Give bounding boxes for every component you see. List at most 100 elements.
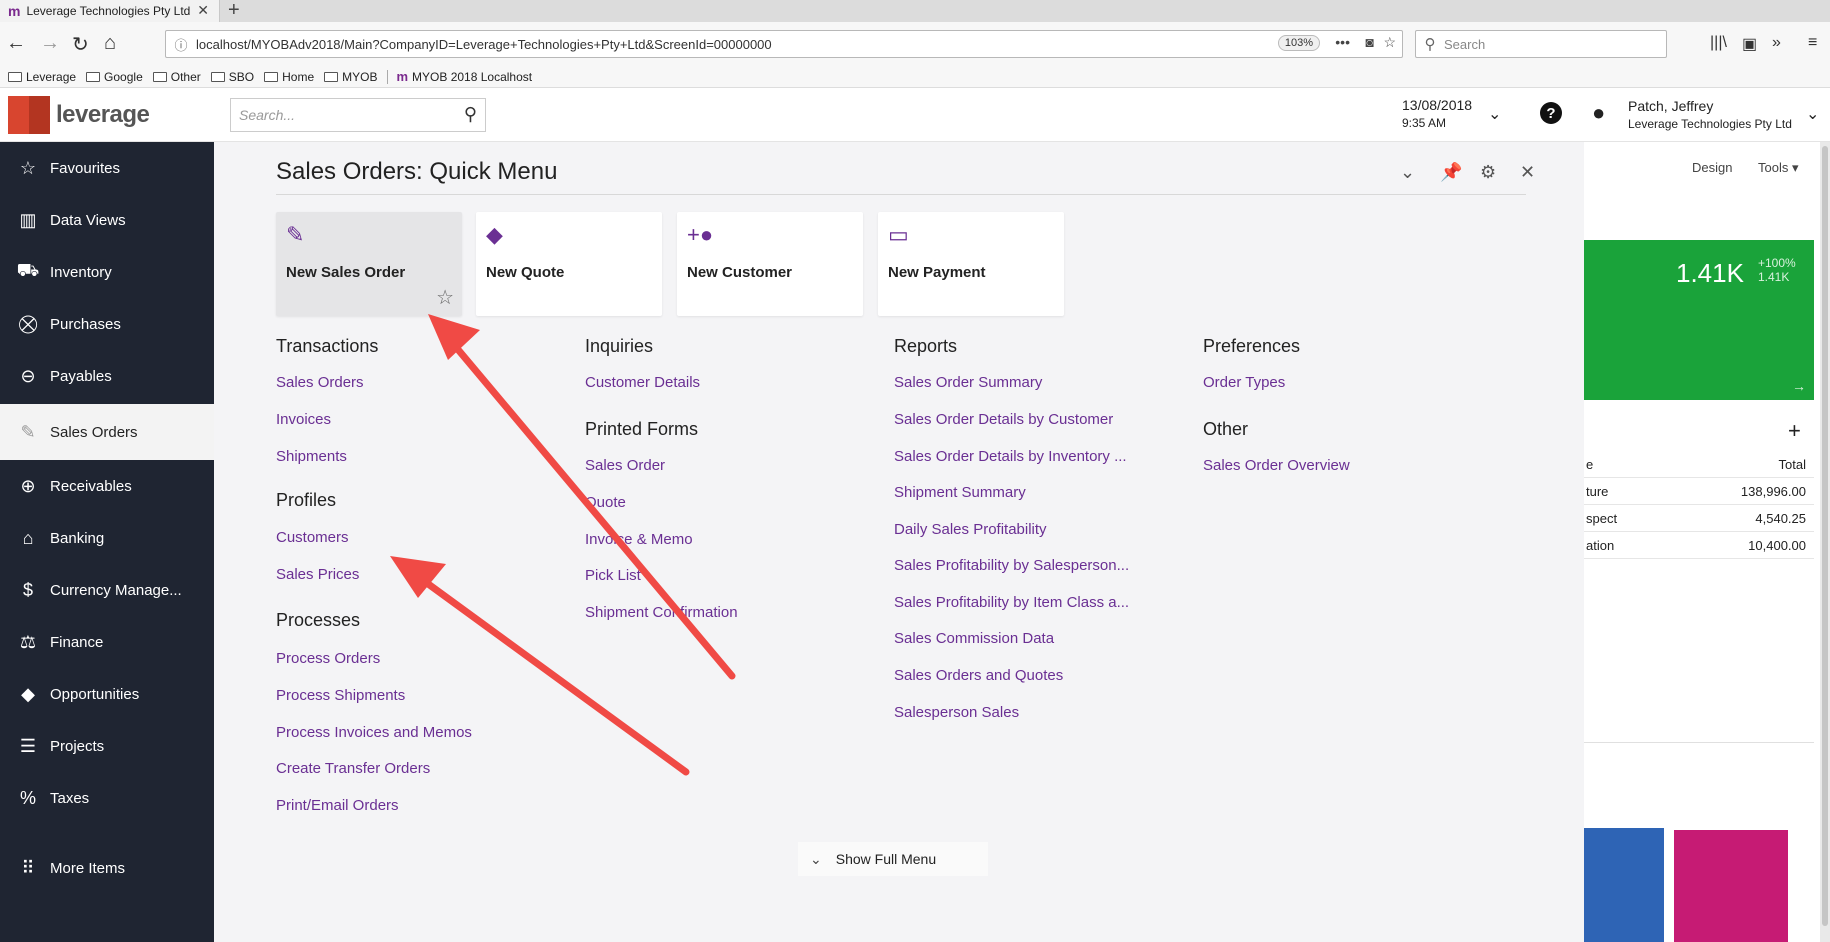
sidebar-toggle-icon[interactable]: ▣ (1742, 34, 1757, 54)
link-process-shipments[interactable]: Process Shipments (276, 687, 405, 704)
link-print-email-orders[interactable]: Print/Email Orders (276, 797, 399, 814)
home-icon[interactable]: ⌂ (104, 32, 116, 55)
table-row[interactable]: spect 4,540.25 (1584, 506, 1814, 532)
link-order-types[interactable]: Order Types (1203, 374, 1285, 391)
table-row[interactable]: ation 10,400.00 (1584, 533, 1814, 559)
sidebar-item-receivables[interactable]: ⊕ Receivables (0, 460, 214, 512)
link-report-3[interactable]: Shipment Summary (894, 484, 1026, 501)
sidebar-item-data-views[interactable]: ▥ Data Views (0, 194, 214, 246)
user-icon[interactable]: ● (1592, 100, 1605, 126)
link-shipments[interactable]: Shipments (276, 448, 347, 465)
sidebar-item-projects[interactable]: ☰ Projects (0, 720, 214, 772)
link-create-transfer-orders[interactable]: Create Transfer Orders (276, 760, 430, 777)
scrollbar-thumb[interactable] (1822, 146, 1828, 926)
design-link[interactable]: Design (1692, 160, 1732, 175)
help-icon[interactable]: ? (1540, 102, 1562, 124)
browser-search[interactable]: ⚲ Search (1415, 30, 1667, 58)
link-process-invoices[interactable]: Process Invoices and Memos (276, 724, 472, 741)
forward-icon[interactable]: → (40, 32, 60, 55)
tile-new-quote[interactable]: ◆ New Quote (476, 212, 662, 316)
new-tab-icon[interactable]: + (228, 0, 240, 22)
search-icon[interactable]: ⚲ (464, 104, 477, 125)
kpi-widget[interactable]: 1.41K +100% 1.41K → (1584, 240, 1814, 400)
bookmark-google[interactable]: Google (86, 70, 143, 84)
sidebar-item-sales-orders[interactable]: ✎ Sales Orders (0, 404, 214, 460)
leverage-logo[interactable]: leverage (8, 96, 150, 134)
link-quote-form[interactable]: Quote (585, 494, 626, 511)
sidebar-item-taxes[interactable]: % Taxes (0, 772, 214, 824)
link-invoices[interactable]: Invoices (276, 411, 331, 428)
bookmark-other[interactable]: Other (152, 70, 201, 84)
pocket-icon[interactable]: ◙ (1366, 34, 1374, 50)
tile-new-customer[interactable]: +● New Customer (677, 212, 863, 316)
bookmark-myob-localhost[interactable]: m MYOB 2018 Localhost (396, 69, 532, 84)
bookmark-home[interactable]: Home (264, 70, 314, 84)
overflow-chevron-icon[interactable]: » (1772, 34, 1781, 52)
page-scrollbar[interactable] (1820, 142, 1830, 942)
sidebar-item-finance[interactable]: ⚖ Finance (0, 616, 214, 668)
favourite-star-icon[interactable]: ☆ (436, 285, 454, 310)
collapse-chevron-icon[interactable]: ⌄ (1400, 162, 1415, 183)
bookmark-star-icon[interactable]: ☆ (1383, 34, 1396, 51)
link-report-1[interactable]: Sales Order Details by Customer (894, 411, 1113, 428)
link-pick-list[interactable]: Pick List (585, 567, 641, 584)
link-shipment-confirmation[interactable]: Shipment Confirmation (585, 604, 738, 621)
back-icon[interactable]: ← (6, 32, 26, 55)
sidebar-item-banking[interactable]: ⌂ Banking (0, 512, 214, 564)
add-icon[interactable]: + (1788, 418, 1801, 444)
tile-new-sales-order[interactable]: ✎ New Sales Order ☆ (276, 212, 462, 316)
url-bar[interactable]: ⓘ localhost/MYOBAdv2018/Main?CompanyID=L… (165, 30, 1403, 58)
business-date[interactable]: 13/08/2018 9:35 AM (1402, 96, 1472, 132)
link-sales-order-overview[interactable]: Sales Order Overview (1203, 457, 1350, 474)
link-sales-order-form[interactable]: Sales Order (585, 457, 665, 474)
close-tab-icon[interactable]: ✕ (197, 2, 209, 19)
library-icon[interactable]: |||\ (1710, 34, 1727, 52)
bookmark-sbo[interactable]: SBO (210, 70, 254, 84)
zoom-level[interactable]: 103% (1277, 35, 1320, 51)
link-report-7[interactable]: Sales Commission Data (894, 630, 1054, 647)
link-report-9[interactable]: Salesperson Sales (894, 704, 1019, 721)
reload-icon[interactable]: ↻ (72, 32, 89, 57)
tile-new-payment[interactable]: ▭ New Payment (878, 212, 1064, 316)
more-actions-icon[interactable]: ••• (1335, 34, 1350, 50)
link-report-2[interactable]: Sales Order Details by Inventory ... (894, 448, 1127, 465)
bookmark-leverage[interactable]: Leverage (8, 70, 76, 84)
show-full-menu-button[interactable]: ⌄ Show Full Menu (798, 842, 988, 876)
link-sales-prices[interactable]: Sales Prices (276, 566, 359, 583)
chevron-down-icon[interactable]: ⌄ (1488, 104, 1501, 124)
gear-icon[interactable]: ⚙ (1480, 162, 1496, 183)
browser-tab[interactable]: m Leverage Technologies Pty Ltd ✕ (0, 0, 220, 22)
link-sales-orders[interactable]: Sales Orders (276, 374, 364, 391)
tools-menu[interactable]: Tools ▾ (1758, 160, 1799, 176)
bookmark-myob[interactable]: MYOB (324, 70, 377, 84)
arrow-right-icon[interactable]: → (1792, 378, 1806, 394)
menu-hamburger-icon[interactable]: ≡ (1808, 34, 1817, 52)
chart-bar[interactable] (1674, 830, 1788, 942)
sidebar-item-more-items[interactable]: ⠿ More Items (0, 842, 214, 894)
site-info-icon[interactable]: ⓘ (166, 35, 196, 54)
user-menu[interactable]: Patch, Jeffrey Leverage Technologies Pty… (1628, 97, 1792, 133)
chart-bar[interactable] (1584, 828, 1664, 942)
sidebar-item-payables[interactable]: ⊖ Payables (0, 350, 214, 402)
sidebar-item-inventory[interactable]: ⛟ Inventory (0, 246, 214, 298)
folder-icon (210, 71, 225, 82)
pin-icon[interactable]: 📌 (1440, 162, 1462, 183)
link-invoice-memo-form[interactable]: Invoice & Memo (585, 531, 693, 548)
sidebar-item-favourites[interactable]: ☆ Favourites (0, 142, 214, 194)
table-row[interactable]: ture 138,996.00 (1584, 479, 1814, 505)
link-customers[interactable]: Customers (276, 529, 349, 546)
link-report-6[interactable]: Sales Profitability by Item Class a... (894, 594, 1129, 611)
link-report-0[interactable]: Sales Order Summary (894, 374, 1042, 391)
link-customer-details[interactable]: Customer Details (585, 374, 700, 391)
heading-processes: Processes (276, 610, 361, 630)
chevron-down-icon[interactable]: ⌄ (1806, 104, 1819, 124)
sidebar-item-purchases[interactable]: ⛒ Purchases (0, 298, 214, 350)
sidebar-item-opportunities[interactable]: ◆ Opportunities (0, 668, 214, 720)
link-report-8[interactable]: Sales Orders and Quotes (894, 667, 1063, 684)
link-report-4[interactable]: Daily Sales Profitability (894, 521, 1047, 538)
link-process-orders[interactable]: Process Orders (276, 650, 380, 667)
app-search-input[interactable]: Search... ⚲ (230, 98, 486, 132)
sidebar-item-currency[interactable]: $ Currency Manage... (0, 564, 214, 616)
link-report-5[interactable]: Sales Profitability by Salesperson... (894, 557, 1129, 574)
close-icon[interactable]: ✕ (1520, 162, 1535, 183)
